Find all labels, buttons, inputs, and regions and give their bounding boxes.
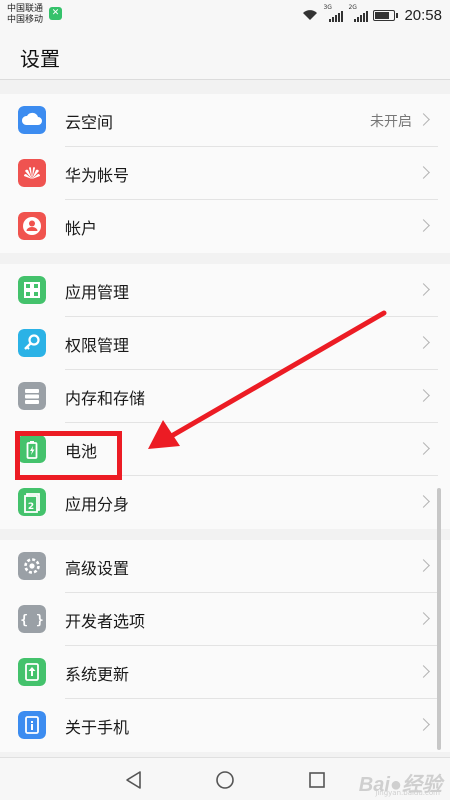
net-type-2: 2G [348, 4, 357, 11]
chevron-right-icon [417, 612, 430, 625]
carrier-2: 中国移动 [7, 15, 44, 25]
storage-icon [18, 382, 46, 410]
settings-row-storage[interactable]: 内存和存储 [0, 370, 450, 423]
chevron-right-icon [417, 219, 430, 232]
back-icon[interactable] [124, 770, 144, 790]
page-title: 设置 [20, 47, 60, 71]
settings-row-user[interactable]: 帐户 [0, 200, 450, 253]
recents-icon[interactable] [307, 770, 327, 790]
settings-row-gear[interactable]: 高级设置 [0, 540, 450, 593]
settings-row-label: 华为帐号 [65, 166, 130, 185]
clock: 20:58 [404, 6, 442, 24]
settings-row-key[interactable]: 权限管理 [0, 317, 450, 370]
sim-badge-icon: ✕ [49, 7, 62, 20]
settings-row-label: 帐户 [65, 219, 98, 238]
chevron-right-icon [417, 166, 430, 179]
braces-icon: { } [18, 605, 46, 633]
settings-row-update[interactable]: 系统更新 [0, 646, 450, 699]
carrier-1: 中国联通 [7, 4, 44, 14]
user-icon [18, 212, 46, 240]
settings-list: 云空间 未开启 华为帐号 帐户 应用管理 权限管理 内存和存储 电池 2 应用分身 高级设置{ } 开… [0, 94, 450, 763]
app-grid-icon [18, 276, 46, 304]
settings-row-info[interactable]: 关于手机 [0, 699, 450, 752]
status-icons: 3G 2G 20:58 [302, 4, 442, 25]
cloud-icon [18, 106, 46, 134]
watermark-url: jingyan.baidu.com [375, 789, 440, 797]
chevron-right-icon [417, 283, 430, 296]
info-icon [18, 711, 46, 739]
svg-text:2: 2 [28, 502, 34, 512]
chevron-right-icon [417, 389, 430, 402]
net-type-1: 3G [323, 4, 332, 11]
home-icon[interactable] [215, 770, 235, 790]
chevron-right-icon [417, 442, 430, 455]
settings-row-label: 云空间 [65, 113, 114, 132]
settings-row-braces[interactable]: { } 开发者选项 [0, 593, 450, 646]
chevron-right-icon [417, 559, 430, 572]
settings-row-label: 高级设置 [65, 559, 130, 578]
settings-group: 高级设置 { } 开发者选项系统更新关于手机 [0, 540, 450, 752]
settings-row-app-twin[interactable]: 2 应用分身 [0, 476, 450, 529]
navigation-bar: Bai●经验 jingyan.baidu.com [0, 757, 450, 800]
status-bar: 中国联通 中国移动 ✕ 3G 2G 20:58 [0, 0, 450, 32]
signal-2-icon: 2G [348, 4, 369, 22]
chevron-right-icon [417, 718, 430, 731]
settings-row-huawei-logo[interactable]: 华为帐号 [0, 147, 450, 200]
chevron-right-icon [417, 113, 430, 126]
wifi-icon [303, 10, 318, 20]
signal-1-icon: 3G [323, 4, 344, 22]
carrier-names: 中国联通 中国移动 [7, 4, 43, 26]
svg-text:{ }: { } [20, 613, 43, 628]
gear-icon [18, 552, 46, 580]
chevron-right-icon [417, 495, 430, 508]
settings-row-cloud[interactable]: 云空间 未开启 [0, 94, 450, 147]
settings-row-value: 未开启 [370, 114, 412, 130]
settings-group: 应用管理 权限管理 内存和存储 电池 2 应用分身 [0, 264, 450, 529]
key-icon [18, 329, 46, 357]
chevron-right-icon [417, 665, 430, 678]
header: 设置 [0, 32, 450, 80]
annotation-highlight-box [15, 431, 122, 480]
settings-row-app-grid[interactable]: 应用管理 [0, 264, 450, 317]
settings-group: 云空间 未开启华为帐号帐户 [0, 94, 450, 253]
settings-row-label: 内存和存储 [65, 389, 146, 408]
settings-row-label: 开发者选项 [65, 612, 146, 631]
settings-row-label: 权限管理 [65, 336, 130, 355]
settings-row-label: 应用管理 [65, 283, 130, 302]
update-icon [18, 658, 46, 686]
scrollbar[interactable] [437, 488, 441, 750]
chevron-right-icon [417, 336, 430, 349]
settings-row-label: 应用分身 [65, 495, 130, 514]
app-twin-icon: 2 [18, 488, 46, 516]
settings-row-label: 系统更新 [65, 665, 130, 684]
battery-status-icon [373, 9, 399, 21]
huawei-logo-icon [18, 159, 46, 187]
settings-row-label: 关于手机 [65, 718, 130, 737]
